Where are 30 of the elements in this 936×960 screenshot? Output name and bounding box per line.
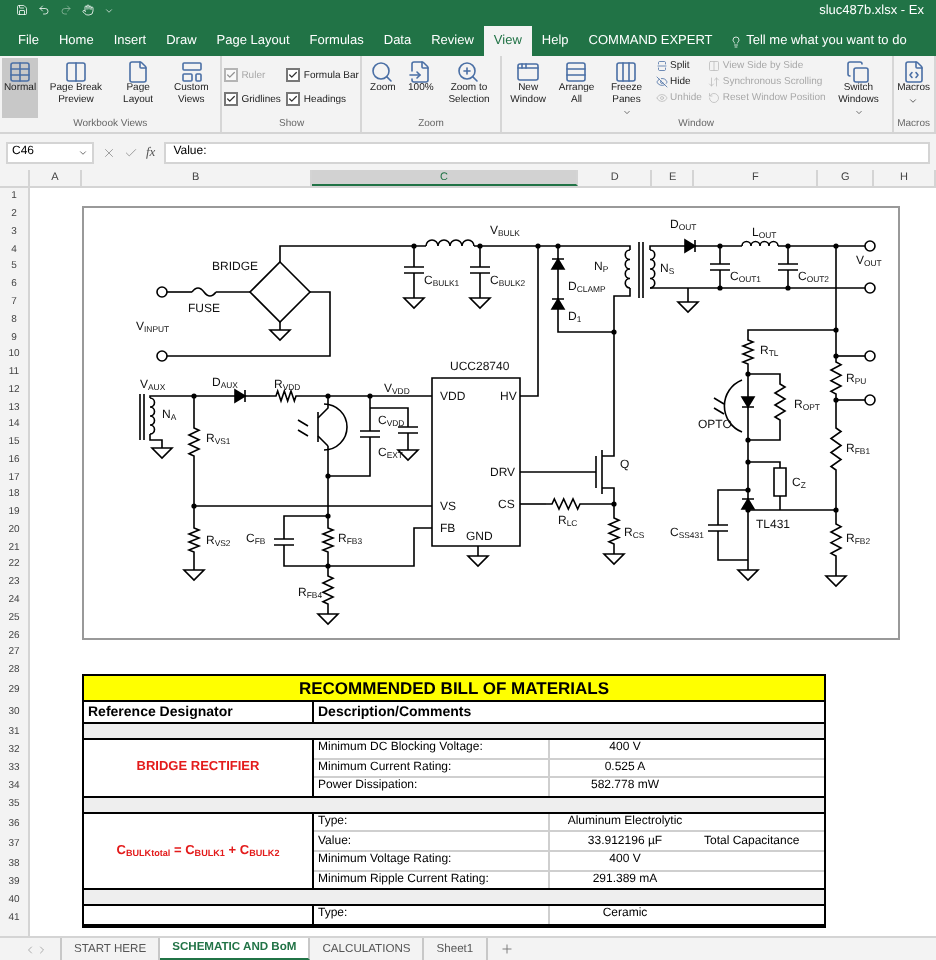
side-by-side-icon bbox=[707, 60, 720, 72]
checkbox[interactable] bbox=[286, 92, 301, 106]
unhide-icon bbox=[655, 92, 668, 104]
hide-icon bbox=[655, 76, 668, 88]
undo-icon[interactable] bbox=[38, 4, 50, 16]
page-icon bbox=[126, 60, 151, 84]
customize-icon[interactable] bbox=[104, 5, 114, 15]
macro-icon bbox=[901, 60, 926, 84]
reset-icon bbox=[707, 92, 720, 104]
page-arrow-icon bbox=[408, 60, 433, 84]
page-break-icon bbox=[64, 60, 88, 84]
add-sheet-icon[interactable] bbox=[499, 942, 514, 956]
zoom-selection-icon bbox=[456, 60, 481, 84]
enter-icon[interactable] bbox=[124, 145, 138, 159]
scroll-left-icon[interactable] bbox=[24, 943, 36, 955]
checkbox[interactable] bbox=[286, 68, 301, 82]
normal-view-icon bbox=[8, 60, 32, 84]
checkbox[interactable] bbox=[224, 92, 239, 106]
switch-windows-icon bbox=[846, 60, 871, 84]
scroll-right-icon[interactable] bbox=[36, 943, 48, 955]
redo-icon[interactable] bbox=[60, 4, 72, 16]
lightbulb-icon bbox=[730, 35, 743, 47]
zoom-icon bbox=[370, 60, 395, 84]
window-icon bbox=[516, 60, 541, 84]
custom-views-icon bbox=[179, 60, 204, 84]
cancel-icon[interactable] bbox=[102, 145, 116, 159]
scrolling-icon bbox=[707, 76, 720, 88]
split-icon bbox=[655, 60, 668, 72]
table-title: RECOMMENDED BILL OF MATERIALS bbox=[84, 676, 824, 702]
save-icon[interactable] bbox=[16, 4, 28, 16]
